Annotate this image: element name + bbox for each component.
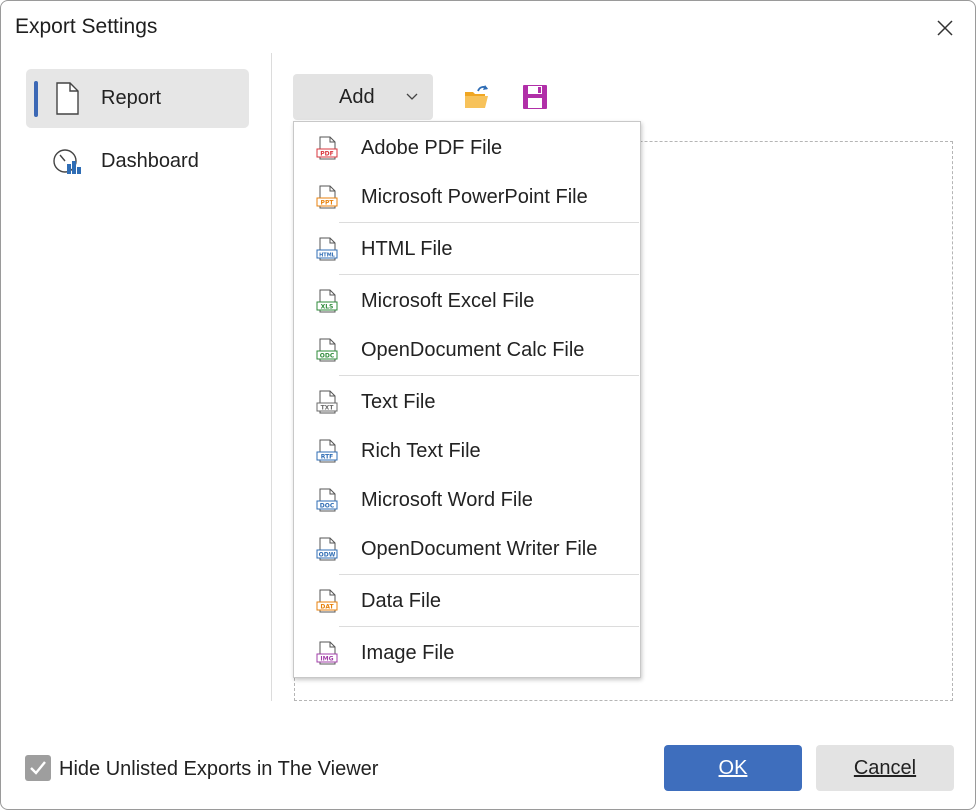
menu-item-label: HTML File <box>361 238 453 260</box>
add-button[interactable]: Add <box>293 74 433 120</box>
menu-item[interactable]: PPT Microsoft PowerPoint File <box>294 173 640 221</box>
file-type-icon: IMG <box>316 641 338 665</box>
menu-item-label: Microsoft Excel File <box>361 290 535 312</box>
file-type-icon: DOC <box>316 488 338 512</box>
active-indicator <box>34 81 38 117</box>
file-type-icon: HTML <box>316 237 338 261</box>
menu-item[interactable]: DOC Microsoft Word File <box>294 476 640 524</box>
menu-item[interactable]: IMG Image File <box>294 629 640 677</box>
menu-separator <box>339 375 639 376</box>
file-type-icon: ODW <box>316 537 338 561</box>
menu-item-label: Text File <box>361 391 436 413</box>
hide-unlisted-label: Hide Unlisted Exports in The Viewer <box>59 758 379 780</box>
ok-button-label: OK <box>718 757 748 779</box>
chevron-down-icon <box>406 93 418 100</box>
menu-item[interactable]: PDF Adobe PDF File <box>294 124 640 172</box>
menu-item[interactable]: DAT Data File <box>294 577 640 625</box>
menu-item-label: Adobe PDF File <box>361 137 503 159</box>
close-button[interactable] <box>929 13 961 43</box>
menu-item-label: Rich Text File <box>361 440 481 462</box>
file-type-badge: RTF <box>321 454 334 461</box>
sidebar-item-label: Dashboard <box>101 150 199 172</box>
file-type-badge: PDF <box>320 151 333 158</box>
file-type-badge: TXT <box>321 405 335 412</box>
file-type-icon: ODC <box>316 338 338 362</box>
menu-separator <box>339 274 639 275</box>
document-icon <box>56 82 79 115</box>
menu-item-label: Data File <box>361 590 442 612</box>
hide-unlisted-checkbox[interactable] <box>25 755 51 781</box>
menu-item-label: Microsoft Word File <box>361 489 533 511</box>
save-icon[interactable] <box>521 83 549 111</box>
menu-item-label: OpenDocument Writer File <box>361 538 598 560</box>
file-type-badge: IMG <box>320 656 333 663</box>
file-type-badge: DAT <box>320 604 334 611</box>
file-type-badge: HTML <box>319 253 336 259</box>
open-folder-icon[interactable] <box>463 83 491 111</box>
file-type-icon: RTF <box>316 439 338 463</box>
menu-item[interactable]: RTF Rich Text File <box>294 427 640 475</box>
dashboard-icon <box>53 149 81 174</box>
cancel-button[interactable]: Cancel <box>816 745 954 791</box>
menu-item-label: OpenDocument Calc File <box>361 339 585 361</box>
file-type-badge: XLS <box>321 304 334 311</box>
sidebar-divider <box>271 53 272 701</box>
cancel-button-label: Cancel <box>853 757 917 779</box>
menu-item[interactable]: TXT Text File <box>294 378 640 426</box>
export-settings-dialog: Export Settings Report Dashboard Add PDF… <box>0 0 976 810</box>
file-type-icon: TXT <box>316 390 338 414</box>
menu-separator <box>339 626 639 627</box>
ok-button[interactable]: OK <box>664 745 802 791</box>
file-type-icon: PPT <box>316 185 338 209</box>
sidebar-item-report[interactable]: Report <box>26 69 249 128</box>
sidebar-item-dashboard[interactable]: Dashboard <box>26 132 249 191</box>
checkmark-icon <box>30 761 46 775</box>
menu-item-label: Image File <box>361 642 455 664</box>
menu-separator <box>339 574 639 575</box>
menu-item[interactable]: ODW OpenDocument Writer File <box>294 525 640 573</box>
menu-item[interactable]: ODC OpenDocument Calc File <box>294 326 640 374</box>
file-type-icon: PDF <box>316 136 338 160</box>
menu-item-label: Microsoft PowerPoint File <box>361 186 588 208</box>
menu-item[interactable]: HTML HTML File <box>294 225 640 273</box>
file-type-badge: PPT <box>321 200 335 207</box>
file-type-icon: DAT <box>316 589 338 613</box>
menu-item[interactable]: XLS Microsoft Excel File <box>294 277 640 325</box>
file-type-badge: ODC <box>320 353 335 360</box>
add-export-dropdown: PDF Adobe PDF File PPT Microsoft PowerPoint… <box>293 121 641 678</box>
close-icon <box>937 20 953 36</box>
file-type-icon: XLS <box>316 289 338 313</box>
menu-separator <box>339 222 639 223</box>
add-button-label: Add <box>339 86 375 108</box>
file-type-badge: DOC <box>320 503 335 510</box>
dialog-title: Export Settings <box>15 15 158 38</box>
sidebar-item-label: Report <box>101 87 162 109</box>
file-type-badge: ODW <box>319 552 336 559</box>
